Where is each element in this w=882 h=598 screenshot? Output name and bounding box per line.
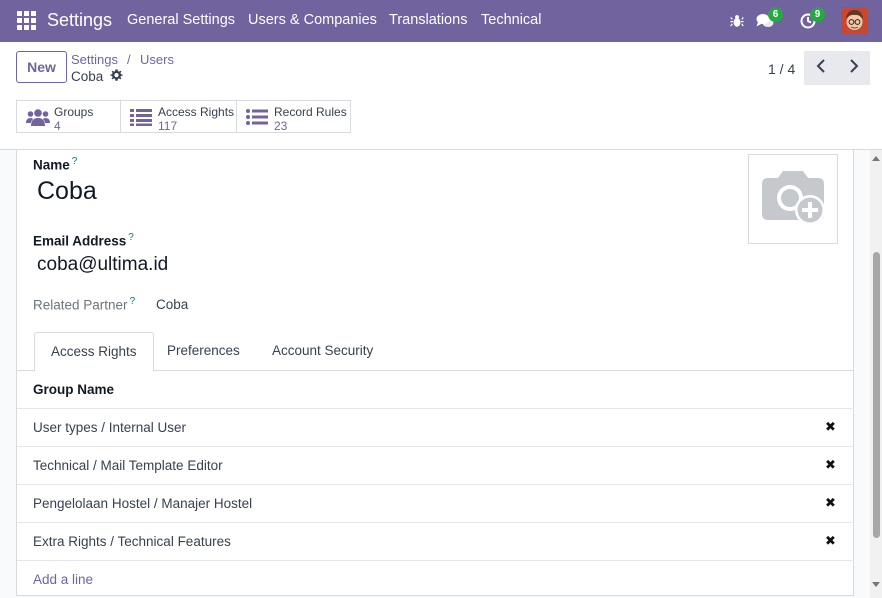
list-icon bbox=[130, 108, 152, 131]
messages-badge: 6 bbox=[768, 7, 783, 22]
breadcrumb-current-record: Coba bbox=[71, 69, 104, 84]
scrollbar-thumb[interactable] bbox=[873, 252, 880, 538]
scroll-up-icon[interactable] bbox=[872, 156, 880, 161]
activities-badge: 9 bbox=[810, 7, 825, 22]
group-name-column-header[interactable]: Group Name bbox=[33, 382, 114, 397]
chevron-right-icon bbox=[849, 58, 859, 78]
access-rights-stat-button[interactable]: Access Rights 117 bbox=[120, 100, 237, 133]
email-field[interactable]: coba@ultima.id bbox=[37, 254, 168, 276]
remove-row-icon[interactable]: ✖ bbox=[825, 495, 836, 511]
control-panel: New Settings / Users Coba 1 / 4 Groups 4… bbox=[0, 42, 882, 150]
add-line-row: Add a line bbox=[17, 561, 854, 598]
remove-row-icon[interactable]: ✖ bbox=[825, 419, 836, 435]
pager-value[interactable]: 1 / 4 bbox=[768, 61, 795, 77]
related-partner-value[interactable]: Coba bbox=[156, 297, 188, 312]
group-name-cell[interactable]: User types / Internal User bbox=[33, 420, 186, 435]
top-navbar: Settings General Settings Users & Compan… bbox=[0, 0, 882, 42]
add-line-link[interactable]: Add a line bbox=[33, 572, 93, 587]
group-name-cell[interactable]: Pengelolaan Hostel / Manajer Hostel bbox=[33, 496, 252, 511]
group-name-cell[interactable]: Technical / Mail Template Editor bbox=[33, 458, 223, 473]
new-button[interactable]: New bbox=[16, 51, 67, 83]
form-content-area: Name? Coba Email Address? coba@ultima.id… bbox=[0, 150, 882, 598]
users-icon bbox=[26, 108, 50, 132]
vertical-scrollbar[interactable] bbox=[870, 150, 882, 598]
table-header-row: Group Name bbox=[17, 371, 854, 409]
apps-menu-icon[interactable] bbox=[17, 11, 36, 30]
table-row[interactable]: Technical / Mail Template Editor ✖ bbox=[17, 447, 854, 485]
access-rights-stat-value: 117 bbox=[158, 119, 178, 133]
menu-technical[interactable]: Technical bbox=[481, 12, 541, 28]
remove-row-icon[interactable]: ✖ bbox=[825, 533, 836, 549]
tab-access-rights[interactable]: Access Rights bbox=[34, 332, 154, 372]
breadcrumb-settings[interactable]: Settings bbox=[71, 52, 118, 67]
breadcrumb-users[interactable]: Users bbox=[140, 52, 174, 67]
group-name-cell[interactable]: Extra Rights / Technical Features bbox=[33, 534, 231, 549]
avatar-upload[interactable] bbox=[748, 154, 838, 244]
name-help-icon[interactable]: ? bbox=[72, 156, 78, 167]
table-row[interactable]: Extra Rights / Technical Features ✖ bbox=[17, 523, 854, 561]
app-brand[interactable]: Settings bbox=[47, 10, 112, 31]
groups-stat-button[interactable]: Groups 4 bbox=[16, 100, 121, 133]
menu-general-settings[interactable]: General Settings bbox=[127, 12, 235, 28]
form-sheet: Name? Coba Email Address? coba@ultima.id… bbox=[16, 150, 854, 596]
table-row[interactable]: Pengelolaan Hostel / Manajer Hostel ✖ bbox=[17, 485, 854, 523]
user-avatar[interactable] bbox=[841, 7, 868, 34]
remove-row-icon[interactable]: ✖ bbox=[825, 457, 836, 473]
chevron-left-icon bbox=[816, 58, 826, 78]
table-row[interactable]: User types / Internal User ✖ bbox=[17, 409, 854, 447]
groups-stat-label: Groups bbox=[54, 105, 94, 119]
tab-account-security[interactable]: Account Security bbox=[256, 332, 389, 371]
email-field-label: Email Address? bbox=[33, 232, 134, 249]
menu-users-companies[interactable]: Users & Companies bbox=[248, 12, 377, 28]
pager-next-button[interactable] bbox=[837, 51, 870, 85]
record-rules-stat-button[interactable]: Record Rules 23 bbox=[236, 100, 351, 133]
scroll-down-icon[interactable] bbox=[872, 582, 880, 587]
groups-table: Group Name User types / Internal User ✖ … bbox=[17, 371, 854, 598]
name-field[interactable]: Coba bbox=[37, 177, 97, 206]
camera-plus-icon bbox=[758, 166, 828, 233]
partner-help-icon[interactable]: ? bbox=[130, 296, 136, 307]
name-field-label: Name? bbox=[33, 156, 78, 173]
record-rules-stat-value: 23 bbox=[274, 119, 288, 133]
notebook-tabs: Access Rights Preferences Account Securi… bbox=[17, 332, 854, 372]
groups-stat-value: 4 bbox=[54, 119, 61, 133]
gear-icon[interactable] bbox=[110, 69, 123, 85]
breadcrumb-separator: / bbox=[127, 52, 131, 67]
bug-icon[interactable] bbox=[726, 10, 748, 32]
menu-translations[interactable]: Translations bbox=[389, 12, 467, 28]
email-help-icon[interactable]: ? bbox=[128, 232, 134, 243]
tab-preferences[interactable]: Preferences bbox=[151, 332, 256, 371]
record-rules-stat-label: Record Rules bbox=[274, 105, 347, 119]
list-ul-icon bbox=[246, 108, 268, 131]
pager-previous-button[interactable] bbox=[804, 51, 837, 85]
access-rights-stat-label: Access Rights bbox=[158, 105, 235, 119]
related-partner-label: Related Partner? bbox=[33, 296, 136, 313]
